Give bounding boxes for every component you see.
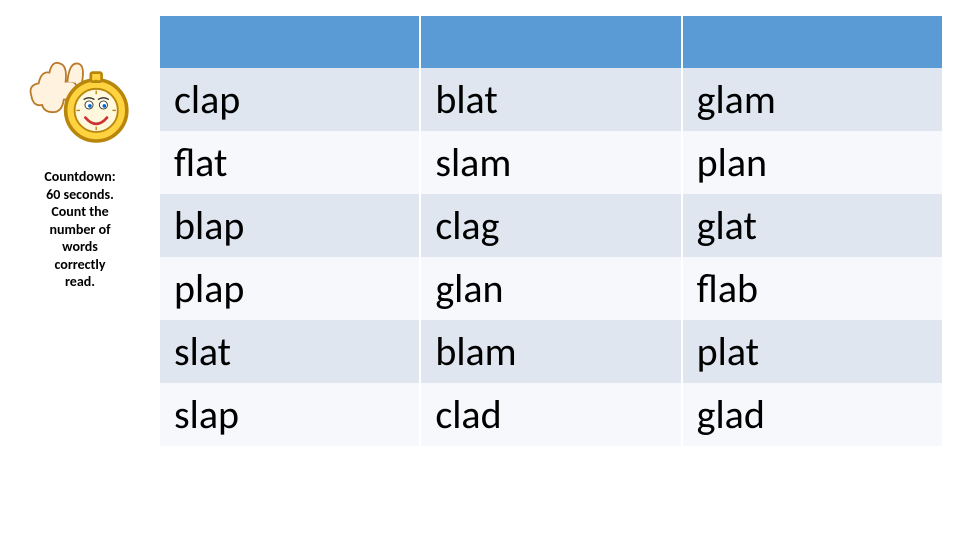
word-cell: blam bbox=[421, 320, 682, 383]
word-cell: flat bbox=[160, 131, 421, 194]
caption-line: correctly bbox=[16, 256, 144, 274]
table-header-row bbox=[160, 16, 942, 68]
table-header-cell bbox=[160, 16, 421, 68]
word-cell: slam bbox=[421, 131, 682, 194]
table-row: slat blam plat bbox=[160, 320, 942, 383]
left-column: Countdown: 60 seconds. Count the number … bbox=[10, 60, 150, 291]
table-header-cell bbox=[683, 16, 942, 68]
word-table: clap blat glam flat slam plan blap clag … bbox=[160, 16, 942, 446]
word-cell: flab bbox=[683, 257, 942, 320]
slide: Countdown: 60 seconds. Count the number … bbox=[0, 0, 960, 540]
word-cell: slat bbox=[160, 320, 421, 383]
caption-line: 60 seconds. bbox=[16, 186, 144, 204]
word-cell: glad bbox=[683, 383, 942, 446]
word-cell: clad bbox=[421, 383, 682, 446]
table-row: clap blat glam bbox=[160, 68, 942, 131]
caption-line: Count the bbox=[16, 203, 144, 221]
caption-line: number of bbox=[16, 221, 144, 239]
table-row: flat slam plan bbox=[160, 131, 942, 194]
word-cell: clap bbox=[160, 68, 421, 131]
word-cell: glat bbox=[683, 194, 942, 257]
word-cell: slap bbox=[160, 383, 421, 446]
cartoon-clock-image bbox=[25, 60, 135, 150]
word-cell: glam bbox=[683, 68, 942, 131]
word-cell: glan bbox=[421, 257, 682, 320]
word-cell: blat bbox=[421, 68, 682, 131]
word-cell: plan bbox=[683, 131, 942, 194]
table-row: blap clag glat bbox=[160, 194, 942, 257]
table-row: slap clad glad bbox=[160, 383, 942, 446]
word-cell: blap bbox=[160, 194, 421, 257]
caption-line: Countdown: bbox=[16, 168, 144, 186]
word-cell: clag bbox=[421, 194, 682, 257]
caption-line: read. bbox=[16, 273, 144, 291]
word-cell: plap bbox=[160, 257, 421, 320]
countdown-caption: Countdown: 60 seconds. Count the number … bbox=[10, 168, 150, 291]
caption-line: words bbox=[16, 238, 144, 256]
table-row: plap glan flab bbox=[160, 257, 942, 320]
table-header-cell bbox=[421, 16, 682, 68]
word-cell: plat bbox=[683, 320, 942, 383]
